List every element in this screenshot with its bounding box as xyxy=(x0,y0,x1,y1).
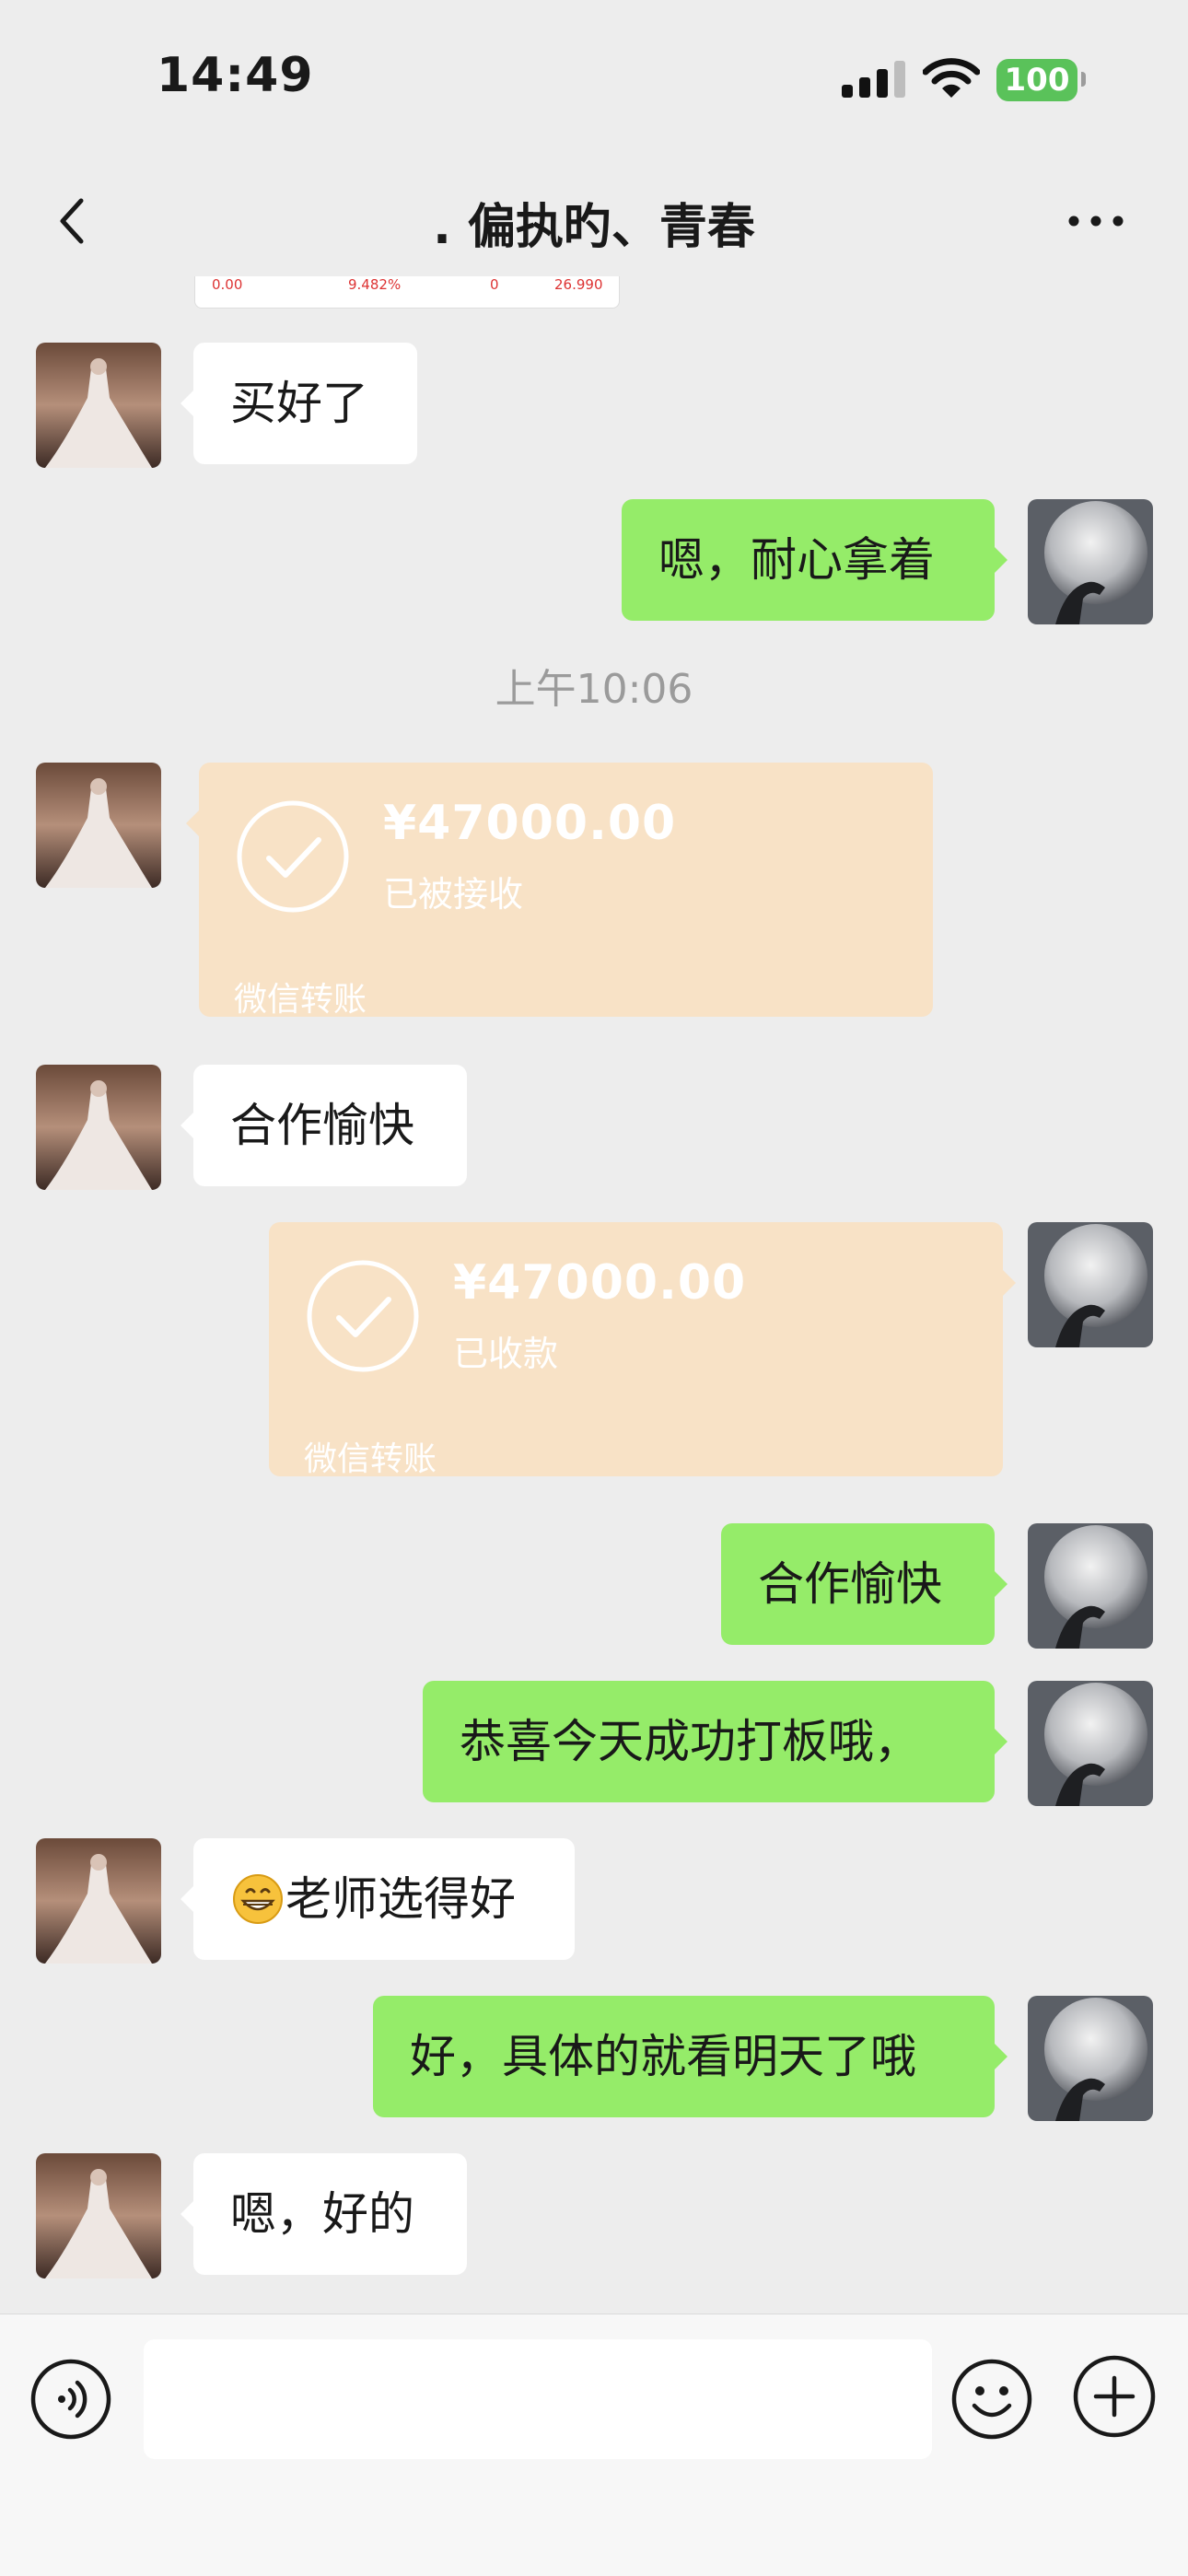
message-bubble-received[interactable]: 嗯，好的 xyxy=(181,2153,467,2275)
transfer-status: 已收款 xyxy=(453,1334,559,1374)
my-avatar[interactable] xyxy=(1028,1523,1153,1649)
check-circle-icon xyxy=(307,1260,419,1372)
image-cell: 9.482% xyxy=(348,276,402,293)
contact-avatar[interactable] xyxy=(36,2153,161,2279)
message-bubble-received[interactable]: 买好了 xyxy=(181,343,417,464)
message-text: 老师选得好 xyxy=(285,1872,516,1926)
more-actions-plus-icon[interactable] xyxy=(1072,2354,1157,2439)
check-circle-icon xyxy=(237,800,349,913)
message-bubble-sent[interactable]: 合作愉快 xyxy=(721,1523,1007,1645)
image-cell: 0.00 xyxy=(212,276,243,293)
transfer-status: 已被接收 xyxy=(383,874,524,915)
my-avatar[interactable] xyxy=(1028,499,1153,624)
status-time: 14:49 xyxy=(157,48,314,103)
wifi-icon xyxy=(923,58,980,98)
message-bubble-received[interactable]: 合作愉快 xyxy=(181,1065,467,1186)
transfer-label: 微信转账 xyxy=(234,981,367,1019)
chat-title: . 偏执旳、青春 xyxy=(433,200,755,255)
my-avatar[interactable] xyxy=(1028,1681,1153,1806)
image-message-partial[interactable]: 0.00 9.482% 0 26.990 xyxy=(194,276,620,309)
message-bubble-sent[interactable]: 嗯，耐心拿着 xyxy=(622,499,1007,621)
contact-avatar[interactable] xyxy=(36,763,161,888)
transfer-amount: ¥47000.00 xyxy=(453,1255,747,1311)
grinning-face-emoji-icon xyxy=(233,1873,283,1924)
transfer-label: 微信转账 xyxy=(304,1440,437,1478)
cellular-signal-icon xyxy=(842,61,906,98)
message-bubble-received[interactable]: 老师选得好 xyxy=(181,1838,575,1960)
message-timestamp: 上午10:06 xyxy=(495,666,693,713)
message-bubble-sent[interactable]: 好，具体的就看明天了哦 xyxy=(373,1996,1007,2117)
more-options-icon[interactable] xyxy=(1066,214,1125,228)
contact-avatar[interactable] xyxy=(36,343,161,468)
image-cell: 0 xyxy=(490,276,499,293)
emoji-picker-icon[interactable] xyxy=(950,2358,1033,2441)
my-avatar[interactable] xyxy=(1028,1222,1153,1347)
transfer-card-sent[interactable]: ¥47000.00 已收款 微信转账 xyxy=(269,1222,1016,1478)
battery-nub xyxy=(1081,72,1086,87)
contact-avatar[interactable] xyxy=(36,1065,161,1190)
image-cell: 26.990 xyxy=(554,276,603,293)
message-input[interactable] xyxy=(144,2339,932,2459)
transfer-card-received[interactable]: ¥47000.00 已被接收 微信转账 xyxy=(186,763,933,1019)
voice-input-icon[interactable] xyxy=(29,2358,112,2441)
contact-avatar[interactable] xyxy=(36,1838,161,1964)
my-avatar[interactable] xyxy=(1028,1996,1153,2121)
message-bubble-sent[interactable]: 恭喜今天成功打板哦， xyxy=(423,1681,1007,1802)
battery-icon: 100 xyxy=(996,59,1077,101)
transfer-amount: ¥47000.00 xyxy=(383,796,677,851)
